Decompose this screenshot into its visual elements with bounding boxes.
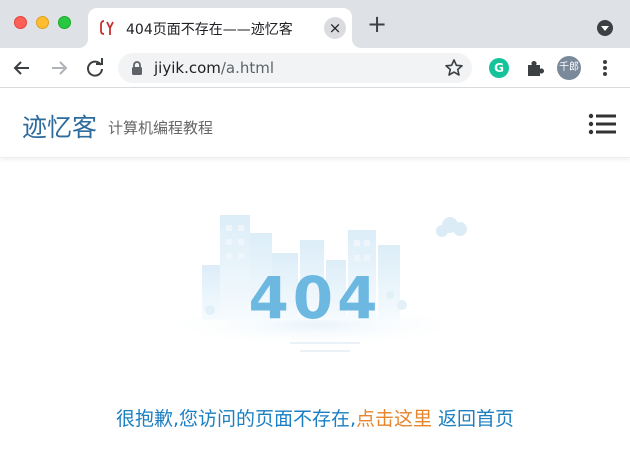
star-icon[interactable]	[444, 58, 464, 78]
tab-title: 404页面不存在——迹忆客	[126, 22, 293, 38]
lock-icon[interactable]	[130, 61, 144, 75]
window-zoom-button[interactable]	[58, 16, 71, 29]
404-illustration: 404	[155, 215, 475, 352]
profile-avatar[interactable]: 千郎	[557, 56, 581, 80]
address-bar[interactable]: jiyik.com/a.html	[118, 53, 472, 83]
new-tab-button[interactable]: +	[366, 12, 388, 36]
back-arrow-icon[interactable]	[9, 55, 35, 81]
kebab-menu-icon[interactable]	[597, 57, 613, 79]
forward-arrow-icon[interactable]	[46, 55, 72, 81]
browser-tab-bar: 404页面不存在——迹忆客 × +	[0, 0, 630, 48]
error-code: 404	[248, 264, 381, 332]
hamburger-menu-icon[interactable]	[588, 113, 616, 135]
tab-search-icon[interactable]	[597, 20, 613, 36]
browser-tab-active[interactable]: 404页面不存在——迹忆客 ×	[88, 8, 352, 48]
site-logo[interactable]: 迹忆客	[22, 108, 97, 144]
return-home-link[interactable]: 返回首页	[438, 408, 514, 430]
click-here-link[interactable]: 点击这里	[356, 408, 432, 430]
browser-toolbar: jiyik.com/a.html G 千郎	[0, 48, 630, 88]
window-minimize-button[interactable]	[36, 16, 49, 29]
site-tagline: 计算机编程教程	[108, 119, 214, 137]
reload-icon[interactable]	[82, 55, 108, 81]
error-message-text: 很抱歉,您访问的页面不存在,	[115, 408, 357, 430]
tab-close-button[interactable]: ×	[324, 17, 346, 39]
site-header: 迹忆客 计算机编程教程	[0, 88, 630, 158]
url-path: /a.html	[220, 59, 275, 77]
address-url[interactable]: jiyik.com/a.html	[154, 59, 274, 77]
site-favicon-icon	[100, 20, 114, 35]
puzzle-icon[interactable]	[524, 57, 546, 79]
url-host: jiyik.com	[154, 59, 221, 77]
window-close-button[interactable]	[14, 16, 27, 29]
error-message: 很抱歉,您访问的页面不存在,点击这里 返回首页	[0, 404, 630, 431]
cloud-icon	[436, 217, 467, 237]
grammarly-extension-icon[interactable]: G	[489, 58, 509, 78]
